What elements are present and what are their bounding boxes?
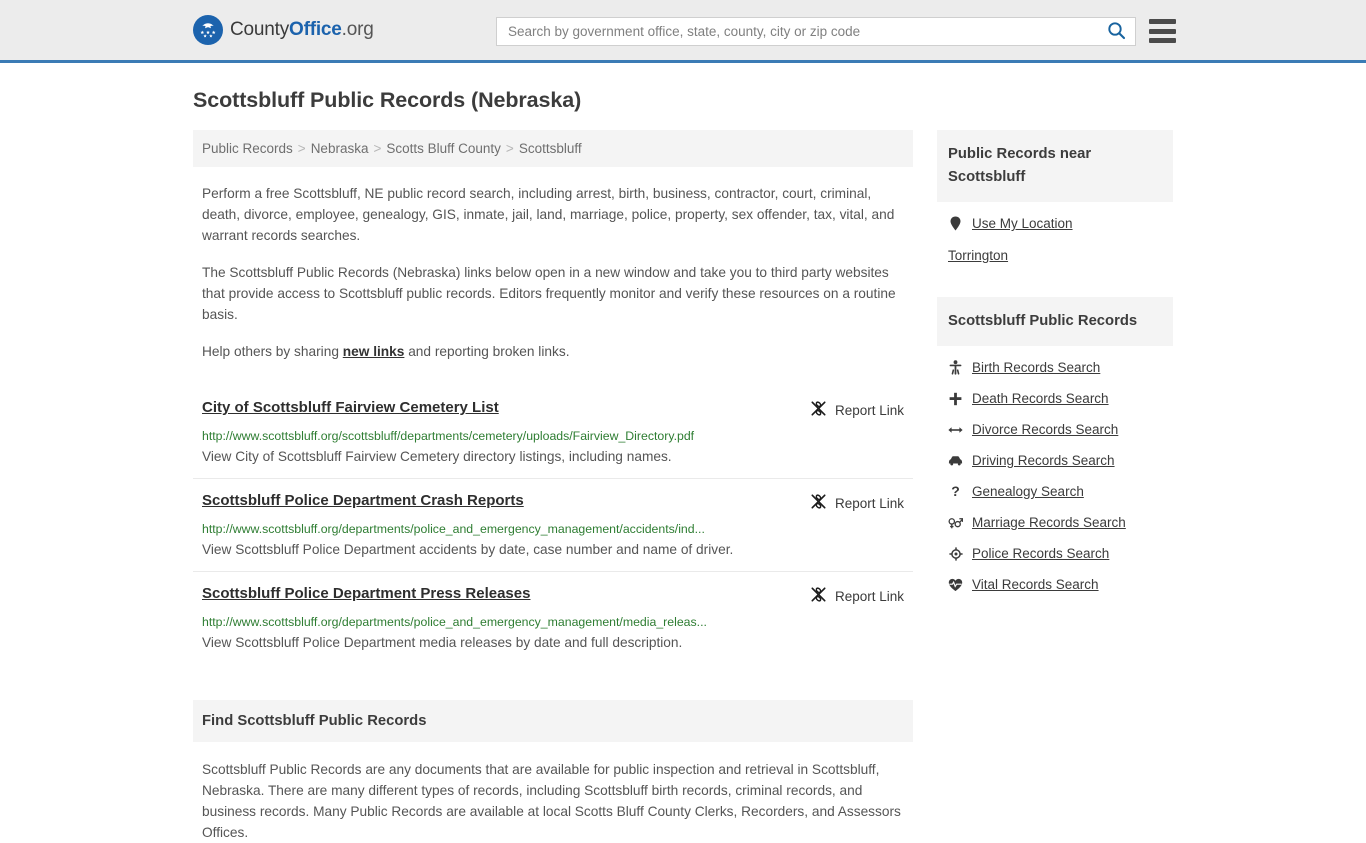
broken-link-icon <box>810 586 827 606</box>
sidebar-nearby-list: Use My Location Torrington <box>937 202 1173 273</box>
hamburger-bar <box>1149 28 1176 34</box>
question-mark-icon: ? <box>948 484 963 499</box>
svg-text:?: ? <box>951 484 960 499</box>
hamburger-bar <box>1149 38 1176 43</box>
sidebar-link-vital-records[interactable]: Vital Records Search <box>972 577 1099 592</box>
search-icon <box>1107 21 1126 43</box>
map-pin-icon <box>948 216 963 231</box>
new-links-link[interactable]: new links <box>343 344 405 359</box>
result-description: View City of Scottsbluff Fairview Cemete… <box>202 449 672 464</box>
sidebar-item-vital-records[interactable]: Vital Records Search <box>948 569 1162 600</box>
intro-paragraph-3: Help others by sharing new links and rep… <box>193 341 913 362</box>
sidebar-link-birth-records[interactable]: Birth Records Search <box>972 360 1100 375</box>
breadcrumb-item-scotts-bluff-county[interactable]: Scotts Bluff County <box>386 141 501 156</box>
report-link-button[interactable]: Report Link <box>810 492 904 513</box>
page-title: Scottsbluff Public Records (Nebraska) <box>193 88 582 112</box>
result-url: http://www.scottsbluff.org/departments/p… <box>202 615 707 629</box>
sidebar-link-genealogy[interactable]: Genealogy Search <box>972 484 1084 499</box>
use-my-location-link[interactable]: Use My Location <box>972 216 1073 231</box>
hamburger-menu-icon[interactable] <box>1149 19 1176 43</box>
heartbeat-icon <box>948 578 963 592</box>
breadcrumb-separator: > <box>297 141 306 156</box>
sidebar-item-police-records[interactable]: Police Records Search <box>948 538 1162 569</box>
logo-text: CountyOffice.org <box>230 19 374 41</box>
search-button[interactable] <box>1097 18 1135 45</box>
result-title-link[interactable]: Scottsbluff Police Department Crash Repo… <box>202 492 524 509</box>
sidebar-records-heading: Scottsbluff Public Records <box>937 297 1173 346</box>
sidebar-link-marriage-records[interactable]: Marriage Records Search <box>972 515 1126 530</box>
report-link-label: Report Link <box>834 588 904 604</box>
report-link-button[interactable]: Report Link <box>810 585 904 606</box>
use-my-location-item[interactable]: Use My Location <box>948 208 1162 239</box>
sidebar-item-marriage-records[interactable]: Marriage Records Search <box>948 507 1162 538</box>
sidebar-link-driving-records[interactable]: Driving Records Search <box>972 453 1115 468</box>
intro-paragraph-3-after: and reporting broken links. <box>404 344 570 359</box>
sidebar-item-birth-records[interactable]: Birth Records Search <box>948 352 1162 383</box>
result-header: City of Scottsbluff Fairview Cemetery Li… <box>202 399 904 420</box>
result-url: http://www.scottsbluff.org/scottsbluff/d… <box>202 429 695 443</box>
sidebar-item-divorce-records[interactable]: Divorce Records Search <box>948 414 1162 445</box>
sidebar: Public Records near Scottsbluff Use My L… <box>937 130 1173 600</box>
breadcrumb-item-nebraska[interactable]: Nebraska <box>311 141 369 156</box>
search-bar[interactable] <box>496 17 1136 46</box>
venus-mars-icon <box>948 516 963 530</box>
eagle-shield-logo-icon <box>193 15 223 45</box>
results-list: City of Scottsbluff Fairview Cemetery Li… <box>193 386 913 664</box>
sidebar-link-police-records[interactable]: Police Records Search <box>972 546 1109 561</box>
report-link-button[interactable]: Report Link <box>810 399 904 420</box>
sidebar-link-divorce-records[interactable]: Divorce Records Search <box>972 422 1118 437</box>
arrows-left-right-icon <box>948 424 963 436</box>
logo-text-office: Office <box>289 19 342 40</box>
report-link-label: Report Link <box>834 495 904 511</box>
breadcrumb: Public Records > Nebraska > Scotts Bluff Cou… <box>193 130 913 167</box>
sidebar-records-block: Scottsbluff Public Records Birth Records… <box>937 297 1173 600</box>
result-title-link[interactable]: City of Scottsbluff Fairview Cemetery Li… <box>202 399 499 416</box>
car-icon <box>948 455 963 466</box>
breadcrumb-separator: > <box>505 141 514 156</box>
sidebar-item-driving-records[interactable]: Driving Records Search <box>948 445 1162 476</box>
hamburger-bar <box>1149 19 1176 24</box>
sidebar-near-heading: Public Records near Scottsbluff <box>937 130 1173 202</box>
result-header: Scottsbluff Police Department Crash Repo… <box>202 492 904 513</box>
report-link-label: Report Link <box>834 402 904 418</box>
breadcrumb-separator: > <box>373 141 382 156</box>
logo-text-county: County <box>230 19 290 40</box>
find-records-body: Scottsbluff Public Records are any docum… <box>202 762 901 840</box>
logo-text-org: .org <box>341 19 374 40</box>
result-title-link[interactable]: Scottsbluff Police Department Press Rele… <box>202 585 530 602</box>
result-header: Scottsbluff Police Department Press Rele… <box>202 585 904 606</box>
result-item: Scottsbluff Police Department Press Rele… <box>193 571 913 664</box>
site-header: CountyOffice.org <box>0 0 1366 63</box>
sidebar-records-list: Birth Records Search Death Records Searc… <box>937 346 1173 600</box>
result-item: Scottsbluff Police Department Crash Repo… <box>193 478 913 571</box>
intro-paragraph-3-before: Help others by sharing <box>202 344 343 359</box>
police-badge-icon <box>948 546 963 561</box>
result-item: City of Scottsbluff Fairview Cemetery Li… <box>193 386 913 478</box>
sidebar-item-death-records[interactable]: Death Records Search <box>948 383 1162 414</box>
baby-icon <box>948 360 963 375</box>
result-description: View Scottsbluff Police Department accid… <box>202 542 734 557</box>
search-input[interactable] <box>497 18 1097 45</box>
nearby-place-item[interactable]: Torrington <box>948 239 1162 273</box>
find-records-section: Find Scottsbluff Public Records Scottsbl… <box>193 700 913 843</box>
intro-paragraph-1: Perform a free Scottsbluff, NE public re… <box>202 186 895 243</box>
breadcrumb-item-scottsbluff[interactable]: Scottsbluff <box>519 141 582 156</box>
intro-text: Perform a free Scottsbluff, NE public re… <box>193 183 913 362</box>
breadcrumb-item-public-records[interactable]: Public Records <box>202 141 293 156</box>
sidebar-item-genealogy[interactable]: ? Genealogy Search <box>948 476 1162 507</box>
sidebar-link-death-records[interactable]: Death Records Search <box>972 391 1109 406</box>
intro-paragraph-2: The Scottsbluff Public Records (Nebraska… <box>202 265 896 322</box>
broken-link-icon <box>810 493 827 513</box>
site-logo[interactable]: CountyOffice.org <box>193 15 374 45</box>
find-records-heading: Find Scottsbluff Public Records <box>193 700 913 742</box>
nearby-place-link-torrington[interactable]: Torrington <box>948 248 1008 263</box>
content-columns: Public Records > Nebraska > Scotts Bluff Cou… <box>193 130 1173 843</box>
result-description: View Scottsbluff Police Department media… <box>202 635 683 650</box>
cross-icon <box>948 392 963 406</box>
broken-link-icon <box>810 400 827 420</box>
result-url: http://www.scottsbluff.org/departments/p… <box>202 522 705 536</box>
main-content: Public Records > Nebraska > Scotts Bluff Cou… <box>193 130 913 843</box>
page-container: Scottsbluff Public Records (Nebraska) Pu… <box>0 88 1366 843</box>
